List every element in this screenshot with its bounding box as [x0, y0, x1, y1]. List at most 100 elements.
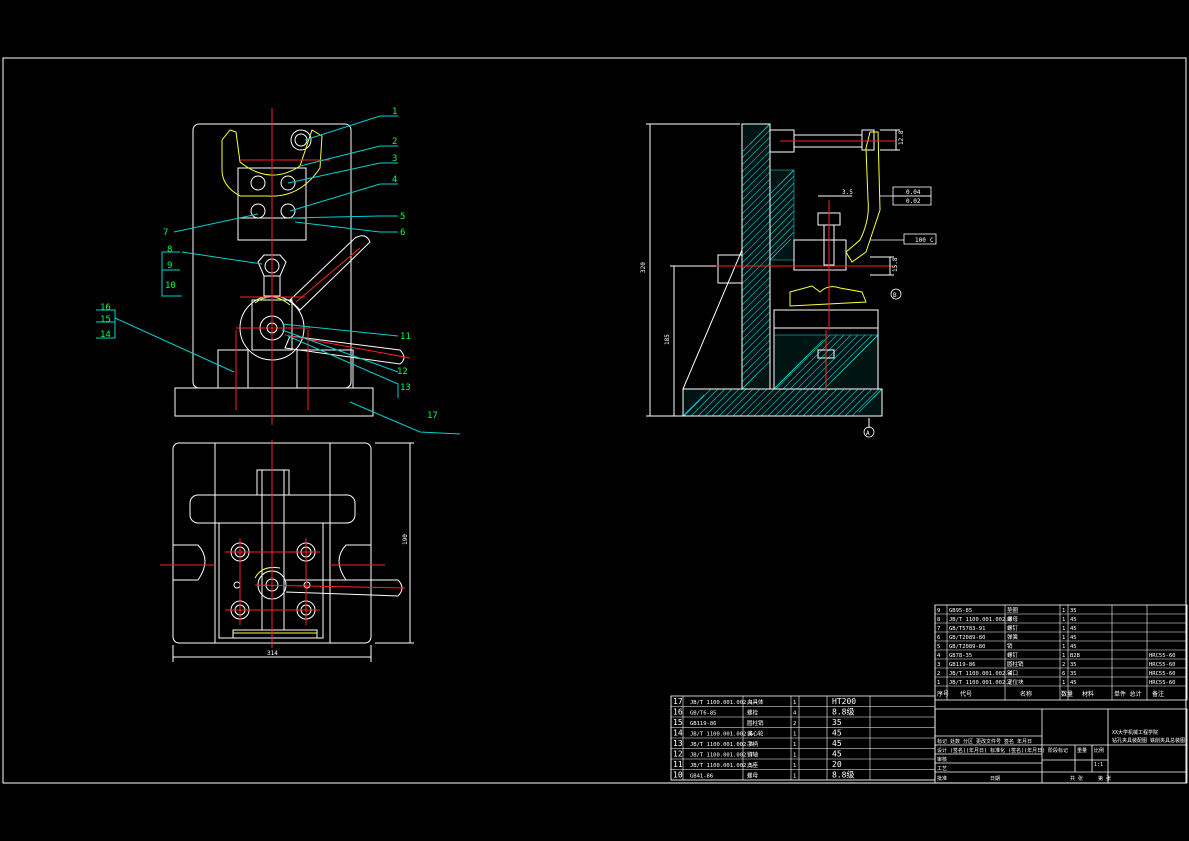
- bom-right-cell: 45: [1070, 644, 1077, 650]
- balloon-8: 8: [167, 245, 172, 255]
- balloon-14: 14: [100, 330, 111, 340]
- bom-left-cell: 16: [673, 708, 683, 717]
- bom-right-cell: 45: [1070, 635, 1077, 641]
- bom-right-cell: 1: [937, 680, 940, 686]
- bom-right-cell: 1: [1062, 617, 1065, 623]
- bom-left-cell: 45: [832, 729, 842, 738]
- title-scale-value: 1:1: [1094, 762, 1103, 768]
- bom-right-cell: 9: [937, 608, 940, 614]
- bom-left-cell: 15: [673, 718, 683, 727]
- title-school: XX大学机械工程学院: [1112, 729, 1158, 736]
- bom-right-cell: JB/T 1100.001.002.2: [949, 680, 1012, 686]
- bom-right-cell: 圆柱销: [1007, 660, 1024, 668]
- title-sheets: 共 张: [1070, 775, 1083, 782]
- datum-c: C: [930, 237, 934, 244]
- bom-left-cell: 偏心轮: [747, 730, 764, 738]
- bom-left-cell: 2: [793, 721, 796, 727]
- bom-right-cell: GB/T2089-80: [949, 635, 985, 641]
- bom-left-cell: JB/T 1100.001.002.8: [690, 742, 753, 748]
- bom-left-cell: 8.8级: [832, 770, 854, 780]
- bom-right-cell: 2: [937, 671, 940, 677]
- bom-left-cell: HT200: [832, 697, 856, 706]
- title-sheet: 第 张: [1098, 775, 1111, 782]
- bom-right-cell: HRC55-60: [1149, 653, 1176, 659]
- bom-left-cell: GB/T6-85: [690, 711, 717, 717]
- balloon-13: 13: [400, 383, 411, 393]
- bom-right-cell: 2: [1062, 662, 1065, 668]
- bom-right-cell: 螺钉: [1007, 624, 1019, 632]
- bom-right-cell: HRC55-60: [1149, 662, 1176, 668]
- bom-right-cell: 35: [1070, 608, 1077, 614]
- bom-left-cell: 1: [793, 763, 796, 769]
- bom-left-cell: GB119-86: [690, 721, 717, 727]
- bom-right-cell: 1: [1062, 608, 1065, 614]
- bom-right-header: 名称: [1020, 690, 1032, 698]
- bom-left-cell: 12: [673, 750, 683, 759]
- bom-right-header: 材料: [1082, 690, 1094, 698]
- bom-left-cell: 1: [793, 753, 796, 759]
- bom-left-cell: JB/T 1100.001.002.5: [690, 763, 753, 769]
- tol-perp: 0.02: [906, 198, 921, 205]
- balloon-4: 4: [392, 175, 397, 185]
- title-row-1: 设计 (签名)(年月日) 标准化 (签名)(年月日): [937, 747, 1045, 754]
- bom-left-cell: 35: [832, 718, 842, 727]
- bom-left-cell: 11: [673, 760, 683, 769]
- dim-pin-dia: 12.8: [898, 130, 905, 145]
- bom-right-header: 备注: [1152, 690, 1164, 698]
- bom-left-cell: JB/T 1100.001.002.7: [690, 753, 753, 759]
- dim-front-height: 320: [640, 262, 647, 273]
- balloon-17: 17: [427, 411, 438, 421]
- bom-right-cell: GB/T5783-91: [949, 626, 985, 632]
- bom-left-cell: 8.8级: [832, 707, 854, 717]
- balloon-10: 10: [165, 281, 176, 291]
- bom-left-cell: GB41-86: [690, 774, 713, 780]
- title-scale: 比例: [1094, 747, 1104, 754]
- bom-left-cell: 1: [793, 774, 796, 780]
- bom-right-cell: 5: [937, 644, 940, 650]
- bom-right-header: 代号: [960, 690, 972, 698]
- bom-right-cell: 1: [1062, 680, 1065, 686]
- bom-left-cell: 14: [673, 729, 683, 738]
- bom-left-cell: 夹具体: [747, 698, 764, 706]
- tol-flat: 100: [915, 237, 926, 244]
- balloon-3: 3: [392, 154, 397, 164]
- dim-slot: 3.5: [842, 189, 853, 196]
- balloon-7: 7: [163, 228, 168, 238]
- bom-left-cell: 1: [793, 742, 796, 748]
- title-approve: 批准: [937, 775, 947, 782]
- bom-right-cell: 1: [1062, 626, 1065, 632]
- balloon-12: 12: [397, 367, 408, 377]
- bom-right-cell: 销: [1007, 642, 1013, 650]
- bom-right-cell: 45: [1070, 680, 1077, 686]
- bom-right-cell: 螺钉: [1007, 651, 1019, 659]
- bom-right-cell: 钳口: [1007, 669, 1018, 677]
- bom-right-cell: 6: [1062, 671, 1065, 677]
- title-row-0: 标记 处数 分区 更改文件号 签名 年月日: [937, 738, 1032, 745]
- bom-left-cell: 13: [673, 739, 683, 748]
- balloon-16: 16: [100, 303, 111, 313]
- datum-a: A: [866, 430, 870, 437]
- bom-right-cell: GB119-86: [949, 662, 976, 668]
- bom-left-cell: 45: [832, 750, 842, 759]
- bom-right-cell: 螺母: [1007, 615, 1019, 623]
- balloon-6: 6: [400, 228, 405, 238]
- bom-right-cell: B2B: [1070, 653, 1081, 659]
- bom-right-cell: GB95-85: [949, 608, 972, 614]
- balloon-15: 15: [100, 315, 111, 325]
- datum-b: B: [893, 292, 897, 299]
- bom-right-cell: 35: [1070, 662, 1077, 668]
- bom-left-cell: 销轴: [747, 751, 759, 759]
- title-date: 日期: [990, 776, 1000, 782]
- bom-right-cell: 45: [1070, 617, 1077, 623]
- bom-right-cell: 8: [937, 617, 940, 623]
- bom-right-header: 序号: [937, 690, 949, 698]
- bom-right-cell: 弹簧: [1007, 633, 1019, 641]
- dim-front-mid: 185: [664, 334, 671, 345]
- title-weight: 重量: [1077, 747, 1087, 754]
- dim-top-width: 314: [267, 650, 278, 657]
- balloon-1: 1: [392, 107, 397, 117]
- bom-right-cell: JB/T 1100.001.002.8: [949, 617, 1012, 623]
- title-row-2: 审核: [937, 756, 947, 763]
- title-row-3: 工艺: [937, 766, 947, 772]
- bom-right-cell: 35: [1070, 671, 1077, 677]
